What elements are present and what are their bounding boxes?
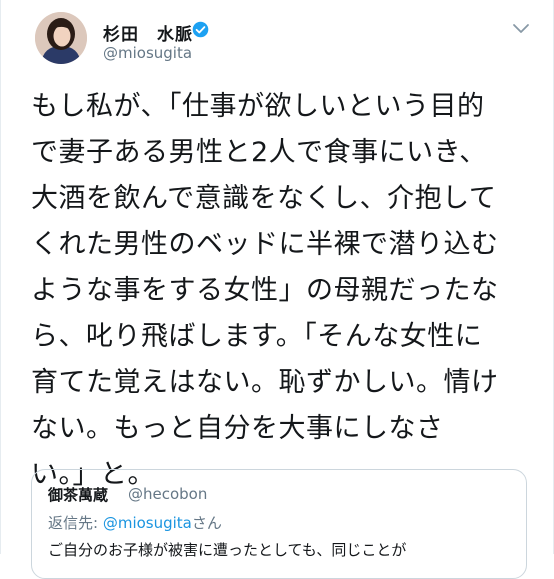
reply-suffix: さん [191,514,222,532]
verified-badge-icon [192,21,209,38]
tweet-text: もし私が、「仕事が欲しいという目的 で妻子ある男性と2人で食事にいき、 大酒を飲… [31,91,499,490]
quoted-user-handle: @hecobon [128,485,208,503]
quoted-tweet[interactable]: 御茶萬蔵 @hecobon 返信先: @miosugitaさん ご自分のお子様が… [31,469,527,579]
chevron-down-icon[interactable] [511,22,531,36]
user-handle[interactable]: @miosugita [103,44,192,62]
reply-mention-link[interactable]: @miosugita [103,514,192,532]
quoted-display-name: 御茶萬蔵 [48,486,109,504]
reply-context: 返信先: @miosugitaさん [48,512,222,533]
avatar[interactable] [35,12,87,64]
tweet-card: 杉田 水脈 @miosugita もし私が、「仕事が欲しいという目的 で妻子ある… [0,0,554,579]
reply-prefix: 返信先: [48,514,103,532]
quoted-tweet-text: ご自分のお子様が被害に遭ったとしても、同じことが [48,541,407,559]
display-name[interactable]: 杉田 水脈 [103,20,193,45]
